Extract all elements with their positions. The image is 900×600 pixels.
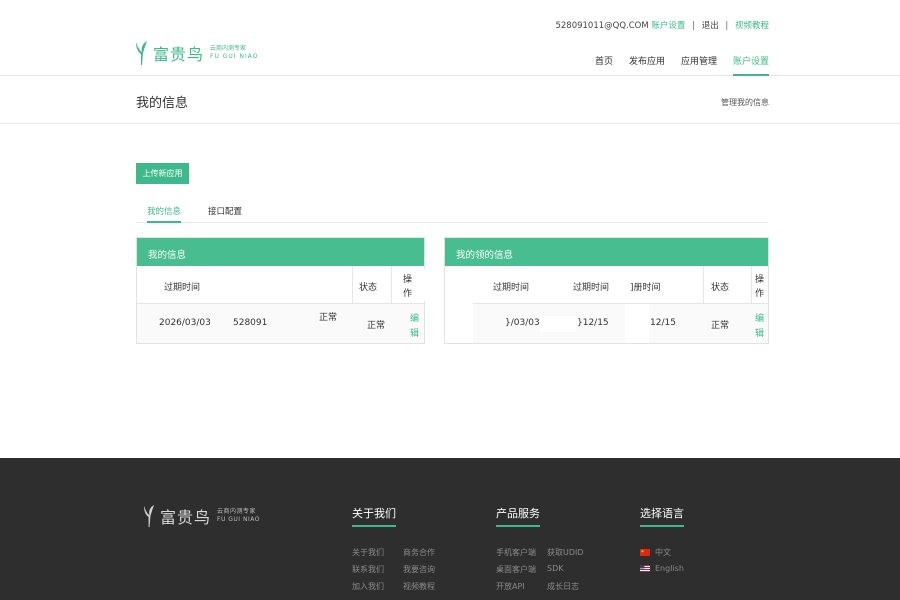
footer-link-business[interactable]: 商务合作: [403, 547, 454, 564]
divider: |: [692, 21, 695, 31]
footer-link-video[interactable]: 视频教程: [403, 581, 454, 598]
column-divider: [751, 266, 752, 304]
column-divider: [352, 266, 353, 304]
blank-patch: [540, 316, 576, 332]
brand-pinyin: FU GUI NIAO: [210, 53, 259, 60]
footer-logo[interactable]: 富贵鸟 云商内测专家 FU GUI NIAO: [142, 504, 260, 528]
table-header-row: 过期时间 过期时间 ]册时间 状态 操 作: [445, 266, 768, 304]
footer-products-title: 产品服务: [496, 505, 540, 527]
panel-title: 我的信息: [137, 238, 424, 266]
tab-api-config[interactable]: 接口配置: [208, 205, 242, 223]
edit-link[interactable]: 编: [410, 311, 419, 324]
blank-patch: [445, 266, 473, 304]
column-header-expire-2: 过期时间: [573, 283, 610, 293]
footer-products-column: 产品服务 手机客户端 获取UDID 桌面客户端 SDK 开放API 成长日志: [496, 505, 598, 598]
nav-account-settings[interactable]: 账户设置: [732, 54, 769, 76]
us-flag-icon: [640, 565, 650, 572]
footer-brand-pinyin: FU GUI NIAO: [217, 516, 260, 523]
tab-my-info[interactable]: 我的信息: [147, 205, 182, 223]
column-header-expire: 过期时间: [493, 283, 530, 293]
column-header-action: 操: [403, 275, 413, 285]
footer-brand-name: 富贵鸟: [160, 508, 212, 527]
footer-link-about[interactable]: 关于我们: [352, 547, 403, 564]
edit-link-2[interactable]: 辑: [410, 326, 419, 339]
main-nav: 首页 发布应用 应用管理 账户设置: [579, 54, 769, 76]
china-flag-icon: [640, 549, 650, 556]
footer-link-mobile-client[interactable]: 手机客户端: [496, 547, 547, 564]
upload-new-app-button[interactable]: 上传新应用: [136, 163, 189, 184]
table-row: 2026/03/03 528091 正常 正常 编 辑: [137, 304, 424, 343]
account-settings-link[interactable]: 账户设置: [651, 21, 685, 31]
expire-date: }/03/03: [505, 318, 540, 328]
breadcrumb: 管理我的信息: [721, 98, 769, 107]
footer-brand-tagline: 云商内测专家: [217, 508, 257, 515]
column-divider: [703, 266, 704, 304]
site-header: 528091011@QQ.COM 账户设置 | 退出 | 视频教程 富贵鸟 云商…: [0, 0, 900, 76]
site-logo[interactable]: 富贵鸟 云商内测专家 FU GUI NIAO: [134, 40, 258, 66]
footer-link-udid[interactable]: 获取UDID: [547, 547, 598, 564]
column-header-action: 操: [755, 275, 765, 285]
my-received-info-panel: 我的领的信息 过期时间 过期时间 ]册时间 状态 操 作 }/03/03 }12…: [444, 237, 769, 344]
account-email: 528091011@QQ.COM: [555, 21, 649, 31]
top-links: 528091011@QQ.COM 账户设置 | 退出 | 视频教程: [555, 19, 769, 31]
divider: |: [725, 21, 729, 31]
footer-about-column: 关于我们 关于我们 商务合作 联系我们 我要咨询 加入我们 视频教程: [352, 505, 454, 598]
status-badge: 正常: [367, 321, 386, 331]
footer-link-desktop-client[interactable]: 桌面客户端: [496, 564, 547, 581]
bird-logo-icon: [143, 504, 155, 528]
blank-patch: [445, 304, 473, 343]
table-header-row: 过期时间 状态 操 作: [137, 266, 426, 304]
footer-link-join[interactable]: 加入我们: [352, 581, 403, 598]
panel-title: 我的领的信息: [445, 238, 768, 266]
page-titlebar: 我的信息 管理我的信息: [0, 77, 900, 124]
footer-language-title: 选择语言: [640, 505, 684, 527]
column-header-status: 状态: [359, 283, 378, 293]
table-row: }/03/03 }12/15 12/15 正常 编 辑: [445, 304, 768, 343]
logout-link[interactable]: 退出: [702, 21, 719, 31]
brand-name: 富贵鸟: [153, 45, 205, 64]
footer-link-consult[interactable]: 我要咨询: [403, 564, 454, 581]
column-header-action-2: 作: [403, 289, 413, 299]
status-badge: 正常: [711, 321, 730, 331]
my-info-panel: 我的信息 过期时间 状态 操 作 2026/03/03 528091 正常 正常…: [136, 237, 426, 344]
nav-app-management[interactable]: 应用管理: [681, 54, 717, 76]
video-tutorial-link[interactable]: 视频教程: [735, 21, 769, 31]
expire-date-2: }12/15: [577, 318, 609, 328]
expire-date: 2026/03/03: [159, 318, 211, 328]
column-divider: [391, 266, 392, 304]
footer-link-contact[interactable]: 联系我们: [352, 564, 403, 581]
nav-home[interactable]: 首页: [595, 54, 613, 76]
blank-patch: [625, 304, 649, 343]
language-option-chinese[interactable]: 中文: [640, 547, 684, 564]
column-header-status: 状态: [711, 283, 730, 293]
column-header-expire: 过期时间: [164, 283, 201, 293]
tab-bar: 我的信息 接口配置: [136, 201, 768, 223]
page-title: 我的信息: [136, 96, 189, 111]
footer-link-open-api[interactable]: 开放API: [496, 581, 547, 598]
site-footer: 富贵鸟 云商内测专家 FU GUI NIAO 关于我们 关于我们 商务合作 联系我…: [0, 458, 900, 600]
blank-patch: [416, 269, 426, 301]
account-id: 528091: [233, 318, 268, 328]
register-date: 12/15: [650, 318, 676, 328]
language-label-english: English: [655, 564, 684, 573]
column-header-action-2: 作: [755, 289, 765, 299]
footer-link-changelog[interactable]: 成长日志: [547, 581, 598, 598]
brand-tagline: 云商内测专家: [210, 45, 247, 52]
edit-link[interactable]: 编: [755, 311, 764, 324]
edit-link-2[interactable]: 辑: [755, 326, 764, 339]
status-text: 正常: [319, 313, 338, 323]
footer-language-column: 选择语言 中文 English: [640, 505, 684, 581]
language-label-chinese: 中文: [655, 548, 671, 557]
footer-about-title: 关于我们: [352, 505, 396, 527]
column-header-register: ]册时间: [630, 283, 661, 293]
language-option-english[interactable]: English: [640, 564, 684, 581]
bird-logo-icon: [136, 41, 147, 65]
nav-publish-app[interactable]: 发布应用: [629, 54, 665, 76]
footer-link-sdk[interactable]: SDK: [547, 564, 598, 581]
